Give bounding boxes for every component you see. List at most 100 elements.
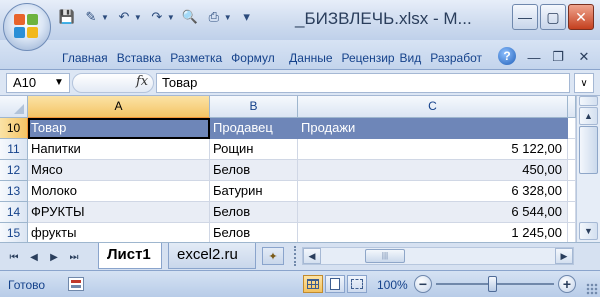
table-cell[interactable]: фрукты <box>28 223 210 244</box>
chevron-down-icon[interactable]: ▼ <box>224 13 232 22</box>
workbook-restore-button[interactable]: ❐ <box>548 48 568 66</box>
split-handle[interactable] <box>579 96 598 106</box>
row-header[interactable]: 11 <box>0 139 28 160</box>
sheet-tab-list1[interactable]: Лист1 <box>98 243 162 269</box>
customize-toolbar-icon[interactable]: ▾ <box>238 8 256 26</box>
save-icon[interactable]: 💾 <box>58 8 76 26</box>
table-cell[interactable] <box>568 223 576 244</box>
column-header-c[interactable]: C <box>298 96 568 118</box>
prev-sheet-button[interactable]: ◀ <box>26 249 42 265</box>
office-button[interactable] <box>3 3 51 51</box>
minimize-icon: — <box>527 49 541 65</box>
table-cell[interactable]: 1 245,00 <box>298 223 568 244</box>
workbook-close-button[interactable]: ✕ <box>574 48 594 66</box>
chevron-down-icon[interactable]: ▼ <box>101 13 109 22</box>
tab-view[interactable]: Вид <box>396 48 427 68</box>
row-header[interactable]: 13 <box>0 181 28 202</box>
chevron-down-icon[interactable]: ▼ <box>50 73 68 91</box>
table-cell[interactable]: 450,00 <box>298 160 568 181</box>
scroll-up-button[interactable]: ▲ <box>579 107 598 125</box>
minimize-button[interactable]: — <box>512 4 538 30</box>
next-sheet-button[interactable]: ▶ <box>46 249 62 265</box>
first-sheet-button[interactable]: ⏮ <box>6 249 22 265</box>
table-cell[interactable]: 6 328,00 <box>298 181 568 202</box>
zoom-level[interactable]: 100% <box>377 278 408 292</box>
row-header[interactable]: 14 <box>0 202 28 223</box>
print-preview-icon[interactable]: 🔍 <box>181 8 199 26</box>
scroll-left-button[interactable]: ◀ <box>303 248 321 264</box>
table-cell[interactable]: Мясо <box>28 160 210 181</box>
table-cell[interactable]: Молоко <box>28 181 210 202</box>
zoom-in-button[interactable]: + <box>558 275 576 293</box>
table-cell[interactable]: Товар <box>28 118 210 139</box>
table-cell[interactable]: 5 122,00 <box>298 139 568 160</box>
print-icon[interactable]: ⎙ <box>205 8 223 26</box>
arrow-right-icon: ▶ <box>560 250 568 261</box>
table-cell[interactable]: ФРУКТЫ <box>28 202 210 223</box>
table-cell[interactable] <box>568 181 576 202</box>
table-cell[interactable]: Продажи <box>298 118 568 139</box>
table-cell[interactable]: Батурин <box>210 181 298 202</box>
table-cell[interactable] <box>568 139 576 160</box>
macro-record-icon[interactable] <box>68 277 84 291</box>
tab-developer[interactable]: Разработ <box>426 48 484 68</box>
table-cell[interactable]: Белов <box>210 160 298 181</box>
chevron-down-icon[interactable]: ▼ <box>167 13 175 22</box>
page-break-view-button[interactable] <box>347 275 367 293</box>
redo-icon[interactable]: ↷ <box>148 8 166 26</box>
worksheet-grid: A B C 10 Товар Продавец Продажи 11 Напит… <box>0 96 600 244</box>
vertical-scrollbar[interactable]: ▲ ▼ <box>576 96 600 242</box>
column-header-d[interactable] <box>568 96 576 118</box>
table-row: 13 Молоко Батурин 6 328,00 <box>0 181 576 202</box>
tab-data[interactable]: Данные <box>285 48 337 68</box>
scroll-right-button[interactable]: ▶ <box>555 248 573 264</box>
maximize-button[interactable]: ▢ <box>540 4 566 30</box>
row-header[interactable]: 12 <box>0 160 28 181</box>
table-cell[interactable] <box>568 118 576 139</box>
expand-formula-bar-button[interactable]: ∨ <box>574 73 594 93</box>
formula-input[interactable]: Товар <box>156 73 570 93</box>
tab-insert[interactable]: Вставка <box>113 48 167 68</box>
table-cell[interactable]: Белов <box>210 223 298 244</box>
horizontal-scrollbar[interactable]: ◀ ||| ▶ <box>302 247 574 265</box>
page-layout-view-button[interactable] <box>325 275 345 293</box>
close-button[interactable]: ✕ <box>568 4 594 30</box>
scroll-thumb[interactable] <box>579 126 598 174</box>
tab-split-handle[interactable] <box>294 246 300 266</box>
ribbon: Главная Вставка Разметка Формул Данные Р… <box>0 40 600 70</box>
resize-grip-icon[interactable] <box>586 283 598 295</box>
workbook-minimize-button[interactable]: — <box>524 48 544 66</box>
insert-function-button[interactable]: fx <box>136 74 148 89</box>
first-icon: ⏮ <box>9 251 19 263</box>
table-cell[interactable]: 6 544,00 <box>298 202 568 223</box>
scroll-thumb[interactable]: ||| <box>365 249 405 263</box>
normal-view-button[interactable] <box>303 275 323 293</box>
tab-review[interactable]: Рецензир <box>338 48 396 68</box>
table-cell[interactable] <box>568 160 576 181</box>
help-button[interactable]: ? <box>498 47 516 65</box>
sheet-tab-excel2[interactable]: excel2.ru <box>168 243 256 269</box>
chevron-down-icon[interactable]: ▼ <box>134 13 142 22</box>
table-cell[interactable]: Продавец <box>210 118 298 139</box>
insert-sheet-button[interactable]: ✦ <box>262 247 284 265</box>
undo-icon[interactable]: ↶ <box>115 8 133 26</box>
table-cell[interactable]: Напитки <box>28 139 210 160</box>
tab-page-layout[interactable]: Разметка <box>166 48 227 68</box>
scroll-down-button[interactable]: ▼ <box>579 222 598 240</box>
column-header-b[interactable]: B <box>210 96 298 118</box>
table-cell[interactable]: Белов <box>210 202 298 223</box>
zoom-out-button[interactable]: − <box>414 275 432 293</box>
row-header[interactable]: 15 <box>0 223 28 244</box>
tab-home[interactable]: Главная <box>58 48 113 68</box>
tab-formulas[interactable]: Формул <box>227 48 285 68</box>
table-cell[interactable]: Рощин <box>210 139 298 160</box>
last-sheet-button[interactable]: ⏭ <box>66 249 82 265</box>
arrow-left-icon: ◀ <box>308 250 316 261</box>
table-row: 15 фрукты Белов 1 245,00 <box>0 223 576 244</box>
select-all-button[interactable] <box>0 96 28 118</box>
row-header[interactable]: 10 <box>0 118 28 139</box>
column-header-a[interactable]: A <box>28 96 210 118</box>
zoom-slider-thumb[interactable] <box>488 276 497 292</box>
table-cell[interactable] <box>568 202 576 223</box>
custom-macro-icon[interactable]: ✎ <box>82 8 100 26</box>
